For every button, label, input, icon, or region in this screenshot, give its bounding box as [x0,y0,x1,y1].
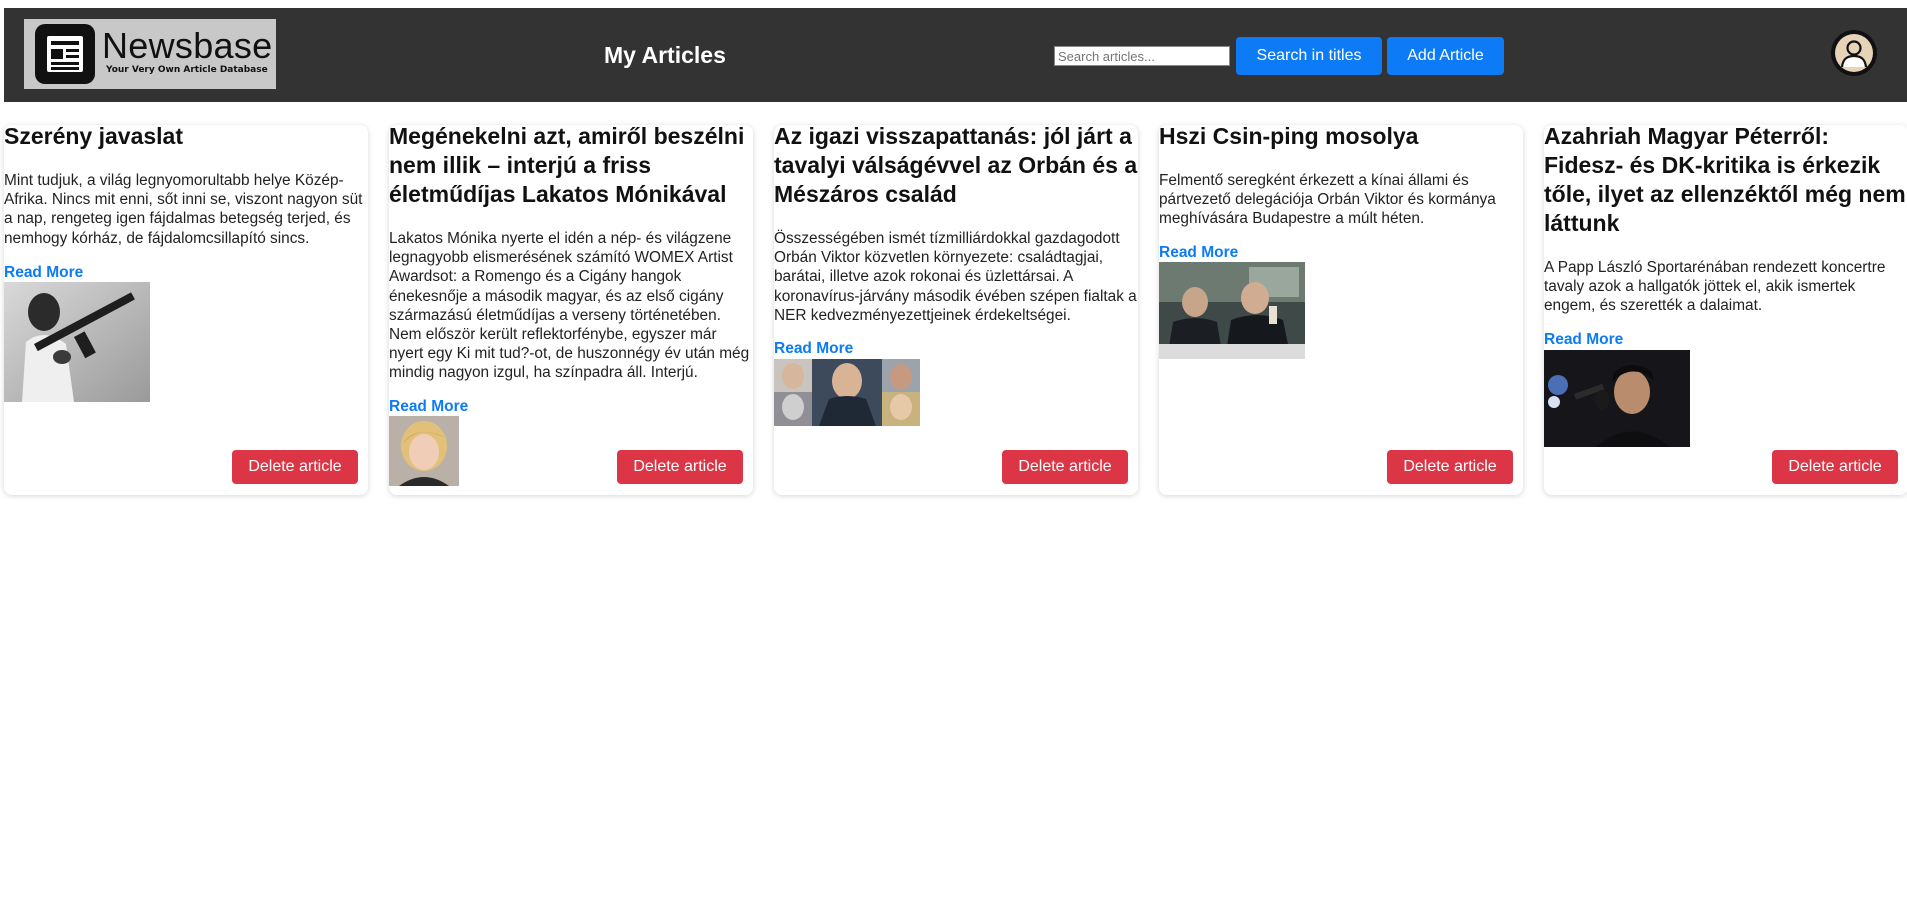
article-card: Megénekelni azt, amiről beszélni nem ill… [389,123,753,495]
read-more-link[interactable]: Read More [4,264,83,282]
article-title: Szerény javaslat [4,123,184,149]
read-more-link[interactable]: Read More [774,340,853,358]
article-description: A Papp László Sportarénában rendezett ko… [1544,259,1886,315]
newspaper-icon [35,24,95,84]
article-description: Mint tudjuk, a világ legnyomorultabb hel… [4,172,363,247]
search-in-titles-button[interactable]: Search in titles [1236,37,1382,75]
article-card: Szerény javaslat Mint tudjuk, a világ le… [4,123,368,495]
delete-article-button[interactable]: Delete article [1387,450,1513,484]
app-header: Newsbase Your Very Own Article Database … [4,8,1907,102]
article-thumbnail [4,282,150,402]
search-input[interactable] [1054,46,1230,66]
logo-tagline: Your Very Own Article Database [106,65,268,75]
article-card: Az igazi visszapattanás: jól járt a tava… [774,123,1138,495]
article-description: Felmentő seregként érkezett a kínai álla… [1159,172,1496,228]
article-description: Összességében ismét tízmilliárdokkal gaz… [774,230,1137,324]
delete-article-button[interactable]: Delete article [232,450,358,484]
article-description: Lakatos Mónika nyerte el idén a nép- és … [389,230,750,382]
add-article-button[interactable]: Add Article [1387,37,1504,75]
top-strip [0,0,1907,8]
logo-title: Newsbase [102,25,273,66]
newsbase-logo[interactable]: Newsbase Your Very Own Article Database [24,19,276,89]
article-title: Az igazi visszapattanás: jól járt a tava… [774,123,1138,207]
page-title: My Articles [604,42,726,68]
article-title: Megénekelni azt, amiről beszélni nem ill… [389,123,745,207]
delete-article-button[interactable]: Delete article [617,450,743,484]
article-card: Hszi Csin-ping mosolya Felmentő seregkén… [1159,123,1523,495]
read-more-link[interactable]: Read More [389,398,468,416]
article-title: Azahriah Magyar Péterről: Fidesz- és DK-… [1544,123,1906,236]
delete-article-button[interactable]: Delete article [1772,450,1898,484]
article-thumbnail [774,359,920,426]
user-avatar-icon[interactable] [1831,30,1877,76]
read-more-link[interactable]: Read More [1159,244,1238,262]
article-card: Azahriah Magyar Péterről: Fidesz- és DK-… [1544,123,1907,495]
delete-article-button[interactable]: Delete article [1002,450,1128,484]
article-thumbnail [1159,262,1305,359]
article-list: Szerény javaslat Mint tudjuk, a világ le… [4,123,1907,501]
article-thumbnail [389,416,459,486]
article-title: Hszi Csin-ping mosolya [1159,123,1419,149]
article-thumbnail [1544,350,1690,447]
read-more-link[interactable]: Read More [1544,331,1623,349]
